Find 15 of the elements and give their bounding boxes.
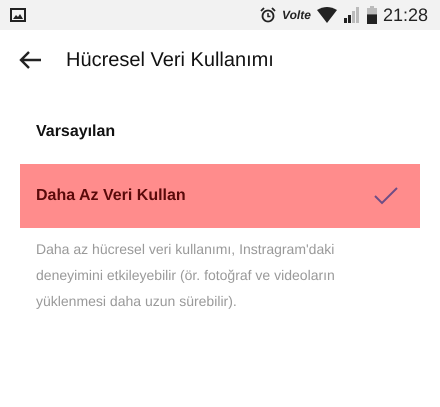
signal-icon (342, 7, 361, 23)
screen-title: Hücresel Veri Kullanımı (66, 48, 274, 72)
alarm-icon (260, 7, 276, 23)
description-text: Daha az hücresel veri kullanımı, Instragram'daki deneyimini etkileyebilir (ör. fotoğraf ve videoların yüklenmesi daha uzun sürebilir). (35, 240, 336, 311)
back-button[interactable] (18, 50, 42, 70)
clock-time: 21:28 (382, 4, 428, 26)
checkmark-icon (374, 187, 398, 205)
option-label: Daha Az Veri Kullan (36, 187, 186, 205)
option-row[interactable]: Daha Az Veri Kullan (20, 164, 420, 228)
option-label: Varsayılan (36, 123, 116, 141)
battery-icon (366, 6, 377, 24)
wifi-icon (316, 7, 337, 23)
option-row[interactable]: Varsayılan (20, 100, 420, 164)
image-icon (10, 8, 26, 22)
network-label: Volte (282, 8, 311, 22)
